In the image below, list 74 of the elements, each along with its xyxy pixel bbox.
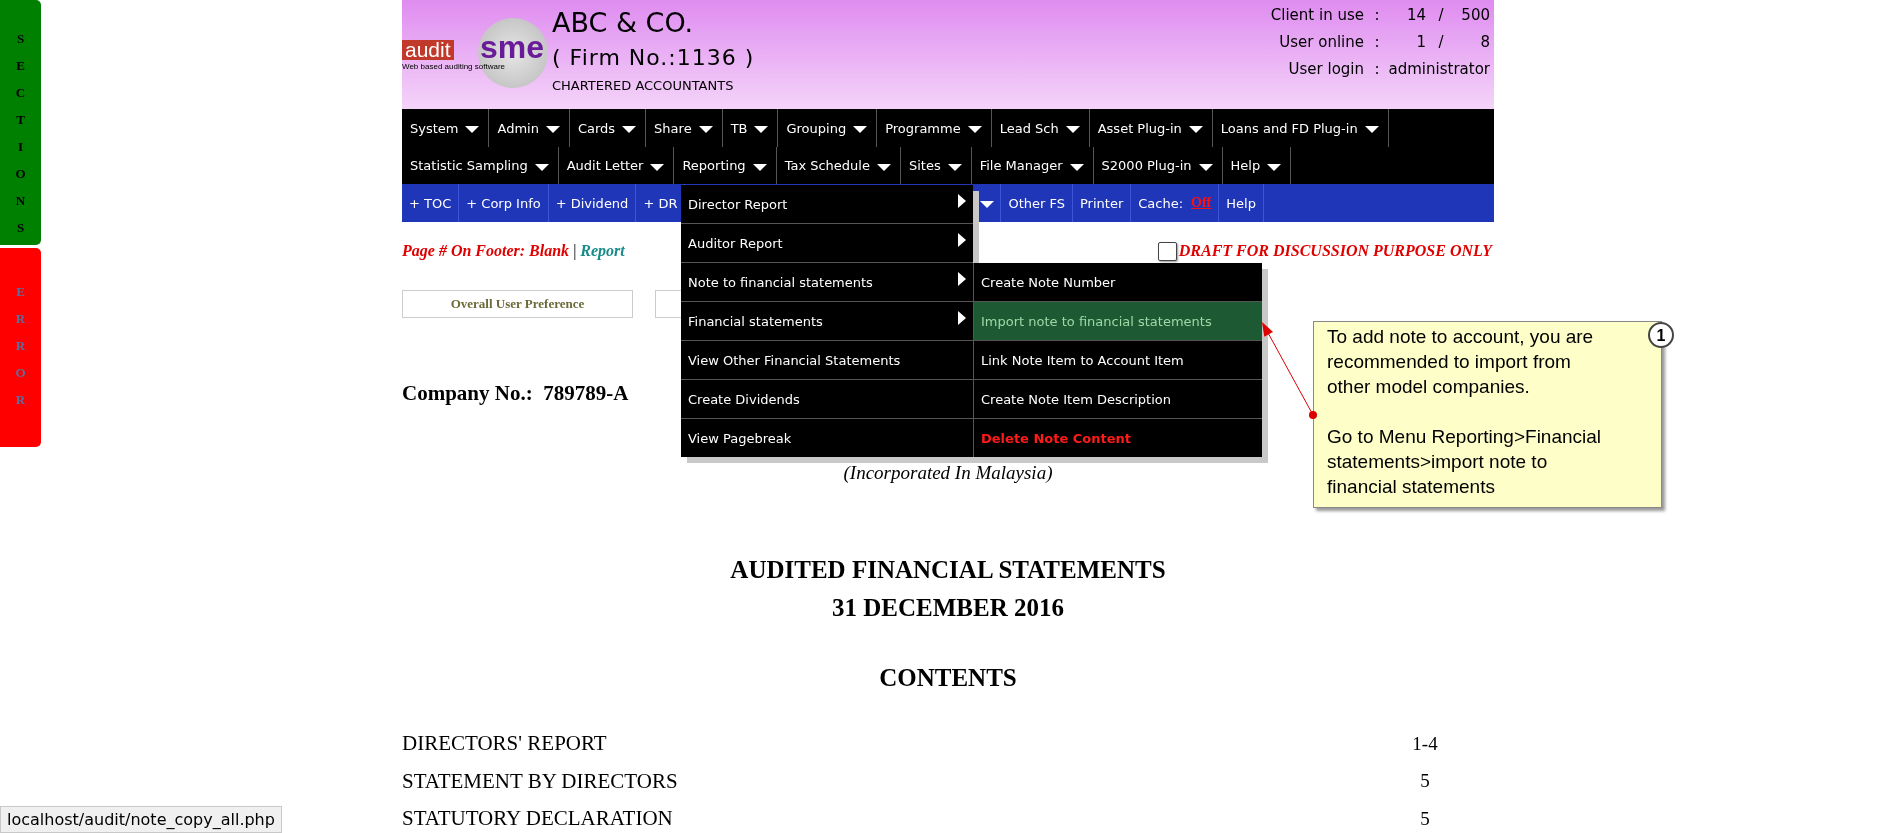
stat-value: 1 <box>1416 32 1426 51</box>
caret-icon <box>947 163 962 171</box>
caret-icon <box>1364 126 1379 133</box>
page-number: 5 <box>1420 807 1430 830</box>
caret-icon <box>650 163 665 171</box>
draft-checkbox[interactable] <box>1157 241 1177 261</box>
logo-tagline: Web based auditing software <box>402 62 506 71</box>
draft-label: DRAFT FOR DISCUSSION PURPOSE ONLY <box>1178 242 1492 260</box>
menu-entry[interactable]: Director Report <box>681 185 973 224</box>
toolbar-link[interactable]: Printer <box>1073 184 1132 222</box>
caret-icon <box>622 126 637 133</box>
logo-text: sme <box>480 32 545 62</box>
caret-icon <box>876 163 891 171</box>
stat-colon: : <box>1374 5 1380 24</box>
preference-button[interactable]: Overall User Preference <box>402 290 633 318</box>
document-date: 31 DECEMBER 2016 <box>832 595 1064 621</box>
stat-value: 8 <box>1480 32 1490 51</box>
caret-icon <box>752 163 767 171</box>
caret-icon <box>853 126 868 133</box>
caret-icon <box>1069 163 1084 171</box>
document-title: AUDITED FINANCIAL STATEMENTS <box>730 557 1166 583</box>
caret-icon <box>1267 163 1282 171</box>
company-number: Company No.: 789789-A <box>402 380 629 406</box>
caret-icon <box>967 126 982 133</box>
stat-slash: / <box>1438 32 1444 51</box>
toolbar-link[interactable]: Other FS <box>1001 184 1073 222</box>
caret-icon <box>545 126 560 133</box>
menu-entry[interactable]: Link Note Item to Account Item <box>974 341 1262 380</box>
menu-entry[interactable]: Import note to financial statements <box>974 302 1262 341</box>
cache-label: Cache: <box>1138 195 1184 211</box>
menu-entry[interactable]: Create Note Item Description <box>974 380 1262 419</box>
stat-label: Client in use <box>1270 5 1364 24</box>
contents-entry: STATUTORY DECLARATION <box>402 806 673 832</box>
caret-icon <box>534 163 549 171</box>
stat-colon: : <box>1374 59 1380 78</box>
caret-icon <box>754 126 769 133</box>
contents-entry: STATEMENT BY DIRECTORS <box>402 768 678 794</box>
firm-subtitle: CHARTERED ACCOUNTANTS <box>552 77 735 95</box>
caret-icon <box>1065 126 1080 133</box>
menu-entry[interactable]: Auditor Report <box>681 224 973 263</box>
stat-value: administrator <box>1388 59 1490 78</box>
menu-entry[interactable]: View Pagebreak <box>681 419 973 457</box>
logo-text: audit <box>402 40 454 60</box>
callout-text: To add note to account, you are recommended to import from other model companies. <box>1327 325 1595 399</box>
callout-text: Go to Menu Reporting>Financial statements>import note to financial statements <box>1327 425 1603 499</box>
caret-icon <box>465 126 480 133</box>
firm-name: ABC & CO. <box>552 6 695 40</box>
report-link[interactable]: Report <box>580 242 625 259</box>
stat-value: 14 <box>1406 5 1426 24</box>
incorporation-note: (Incorporated In Malaysia) <box>843 461 1053 485</box>
separator-text: | <box>573 242 577 259</box>
contents-entry: DIRECTORS' REPORT <box>402 731 607 757</box>
stat-label: User login <box>1288 59 1364 78</box>
toolbar-link[interactable]: + Corp Info <box>459 184 549 222</box>
stat-colon: : <box>1374 32 1380 51</box>
caret-icon <box>698 126 713 133</box>
stat-slash: / <box>1438 5 1444 24</box>
side-tab[interactable]: SECTIONS <box>0 0 41 245</box>
menu-entry[interactable]: Delete Note Content <box>974 419 1262 457</box>
status-url: localhost/audit/note_copy_all.php <box>0 806 282 833</box>
cache-toggle[interactable]: Cache: Off <box>1131 184 1220 222</box>
contents-heading: CONTENTS <box>879 665 1017 691</box>
caret-icon <box>1198 163 1213 171</box>
page-number: 1-4 <box>1412 732 1438 755</box>
page-number: 5 <box>1420 770 1430 793</box>
toolbar-link[interactable]: + Dividend <box>548 184 637 222</box>
step-number-badge: 1 <box>1648 322 1674 348</box>
stat-label: User online <box>1279 32 1364 51</box>
footer-setting-text: Page # On Footer: Blank <box>402 242 570 259</box>
toolbar-link[interactable]: + TOC <box>402 184 460 222</box>
stat-value: 500 <box>1461 5 1490 24</box>
caret-icon <box>1188 126 1203 133</box>
firm-number: ( Firm No.:1136 ) <box>552 44 755 72</box>
toolbar-link[interactable]: Help <box>1219 184 1264 222</box>
